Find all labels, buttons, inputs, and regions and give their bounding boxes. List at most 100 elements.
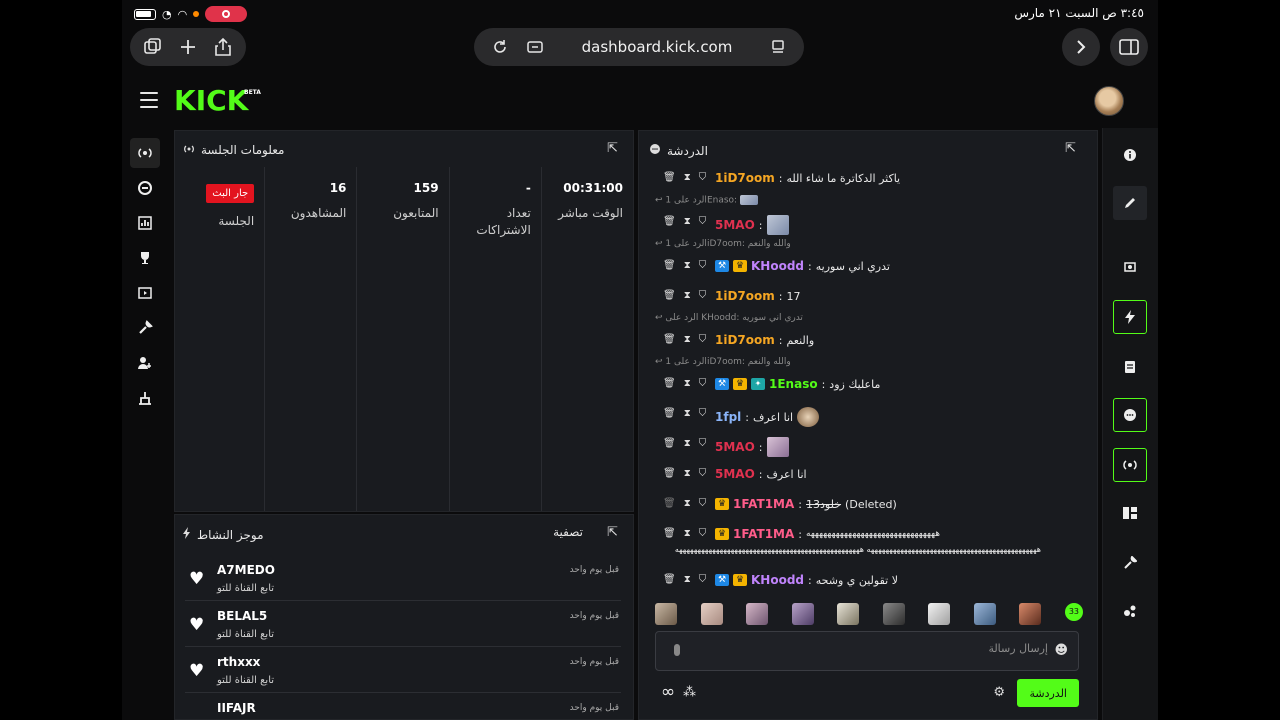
timeout-icon[interactable]: ⧗ (684, 408, 691, 419)
emote-3[interactable] (746, 603, 769, 625)
timeout-icon[interactable]: ⧗ (684, 260, 691, 271)
nav-tools-icon[interactable] (130, 313, 160, 343)
delete-icon[interactable]: 🗑 (663, 574, 676, 585)
shield-icon[interactable]: ⛉ (699, 498, 707, 509)
delete-icon[interactable]: 🗑 (663, 290, 676, 301)
timeout-icon[interactable]: ⧗ (684, 334, 691, 345)
emote-count-badge[interactable]: 33 (1064, 603, 1083, 621)
nav-analytics-icon[interactable] (130, 208, 160, 238)
points-icon[interactable]: ⁂ (683, 685, 696, 700)
emote-9[interactable] (1019, 603, 1042, 625)
emoji-icon[interactable]: ☻ (1054, 643, 1068, 658)
delete-icon[interactable]: 🗑 (663, 260, 676, 271)
shield-icon[interactable]: ⛉ (699, 574, 707, 585)
delete-icon[interactable]: 🗑 (663, 334, 676, 345)
filter-button[interactable]: تصفية (553, 525, 583, 539)
timeout-icon[interactable]: ⧗ (684, 574, 691, 585)
timeout-icon[interactable]: ⧗ (684, 498, 691, 509)
timeout-icon[interactable]: ⧗ (684, 216, 691, 227)
chat-message[interactable]: 🗑 ⧗ ⛉ 1iD7oom:17 (647, 283, 1089, 313)
delete-icon[interactable]: 🗑 (663, 468, 676, 479)
emote-4[interactable] (791, 603, 814, 625)
chat-message[interactable]: 🗑 ⧗ ⛉ ⚒ ♛ KHoodd: لا تقولين ي وشحه (647, 567, 1089, 597)
new-tab-icon[interactable] (174, 33, 202, 61)
nav-stream-icon[interactable] (130, 138, 160, 168)
list-item[interactable]: ♥ A7MEDO تابع القناة للتو قبل يوم واحد (185, 555, 621, 601)
delete-icon[interactable]: 🗑 (663, 528, 676, 539)
chat-message[interactable]: 🗑 ⧗ ⛉ 1iD7oom: ياكثر الدكاترة ما شاء الله (647, 165, 1089, 195)
chat-message[interactable]: 🗑 ⧗ ⛉ 1fpl: انا اعرف (647, 401, 1089, 431)
screen-recording-icon[interactable] (205, 6, 248, 22)
expand-icon[interactable]: ⇱ (607, 141, 618, 156)
delete-icon[interactable]: 🗑 (663, 172, 676, 183)
chat-message[interactable]: 🗑 ⧗ ⛉ 5MAO: (647, 431, 1089, 461)
chat-message[interactable]: 🗑 ⧗ ⛉ 5MAO: (647, 209, 1089, 239)
list-item[interactable]: IIFAJR قبل يوم واحد (185, 693, 621, 720)
forward-button[interactable] (1062, 28, 1100, 66)
chat-input-box[interactable]: ☻ (655, 631, 1079, 671)
address-bar[interactable]: dashboard.kick.com (474, 28, 804, 66)
chat-message[interactable]: 🗑 ⧗ ⛉ ♛ 1FAT1MA: خلود13 (Deleted) (647, 491, 1089, 521)
share-icon[interactable] (209, 33, 237, 61)
emote-7[interactable] (928, 603, 951, 625)
shield-icon[interactable]: ⛉ (699, 468, 707, 479)
shield-icon[interactable]: ⛉ (699, 216, 707, 227)
chat-message[interactable]: 🗑 ⧗ ⛉ ♛ 1FAT1MA: ههههههههههههههههههههههههههه… (647, 521, 1089, 567)
notes-icon[interactable] (1113, 350, 1147, 384)
delete-icon[interactable]: 🗑 (663, 378, 676, 389)
broadcast-icon[interactable] (1113, 448, 1147, 482)
expand-icon[interactable]: ⇱ (1065, 141, 1076, 156)
chat-message[interactable]: 🗑 ⧗ ⛉ ⚒ ♛ KHoodd: تدري اني سوريه (647, 253, 1089, 283)
shield-icon[interactable]: ⛉ (699, 290, 707, 301)
shield-icon[interactable]: ⛉ (699, 408, 707, 419)
user-avatar[interactable] (1094, 86, 1124, 116)
timeout-icon[interactable]: ⧗ (684, 172, 691, 183)
emote-8[interactable] (973, 603, 996, 625)
page-settings-icon[interactable] (522, 33, 550, 61)
nav-users-icon[interactable] (130, 348, 160, 378)
chat-message[interactable]: 🗑 ⧗ ⛉ 1iD7oom: والنعم (647, 327, 1089, 357)
emote-1[interactable] (655, 603, 677, 625)
nav-video-icon[interactable] (130, 278, 160, 308)
layout-icon[interactable] (1113, 496, 1147, 530)
timeout-icon[interactable]: ⧗ (684, 290, 691, 301)
timeout-icon[interactable]: ⧗ (684, 468, 691, 479)
delete-icon[interactable]: 🗑 (663, 216, 676, 227)
nav-link-icon[interactable] (130, 173, 160, 203)
reload-icon[interactable] (486, 33, 514, 61)
info-icon[interactable] (1113, 138, 1147, 172)
timeout-icon[interactable]: ⧗ (684, 438, 691, 449)
url-text[interactable]: dashboard.kick.com (558, 38, 756, 56)
infinity-icon[interactable]: ∞ (661, 682, 675, 702)
shield-icon[interactable]: ⛉ (699, 528, 707, 539)
menu-icon[interactable] (140, 92, 158, 108)
timeout-icon[interactable]: ⧗ (684, 528, 691, 539)
delete-icon[interactable]: 🗑 (663, 408, 676, 419)
list-item[interactable]: ♥ rthxxx تابع القناة للتو قبل يوم واحد (185, 647, 621, 693)
shield-icon[interactable]: ⛉ (699, 378, 707, 389)
emote-2[interactable] (700, 603, 723, 625)
camera-icon[interactable] (1113, 250, 1147, 284)
expand-icon[interactable]: ⇱ (607, 525, 618, 540)
kick-logo[interactable]: KICK (174, 86, 248, 116)
chat-bubble-icon[interactable] (1113, 398, 1147, 432)
shield-icon[interactable]: ⛉ (699, 172, 707, 183)
nav-trophy-icon[interactable] (130, 243, 160, 273)
edit-icon[interactable] (1113, 186, 1147, 220)
points-icon[interactable] (1113, 594, 1147, 628)
chat-message-input[interactable] (688, 642, 1048, 655)
wrench-icon[interactable] (1113, 546, 1147, 580)
chat-message[interactable]: 🗑 ⧗ ⛉ 5MAO: انا اعرف (647, 461, 1089, 491)
timeout-icon[interactable]: ⧗ (684, 378, 691, 389)
delete-icon[interactable]: 🗑 (663, 498, 676, 509)
delete-icon[interactable]: 🗑 (663, 438, 676, 449)
shield-icon[interactable]: ⛉ (699, 260, 707, 271)
sidebar-toggle-button[interactable] (1110, 28, 1148, 66)
shield-icon[interactable]: ⛉ (699, 334, 707, 345)
shield-icon[interactable]: ⛉ (699, 438, 707, 449)
reader-icon[interactable] (764, 33, 792, 61)
list-item[interactable]: ♥ BELAL5 تابع القناة للتو قبل يوم واحد (185, 601, 621, 647)
chat-message[interactable]: 🗑 ⧗ ⛉ ⚒ ♛ ✦ 1Enaso: ماعليك زود (647, 371, 1089, 401)
lightning-icon[interactable] (1113, 300, 1147, 334)
emote-6[interactable] (882, 603, 905, 625)
